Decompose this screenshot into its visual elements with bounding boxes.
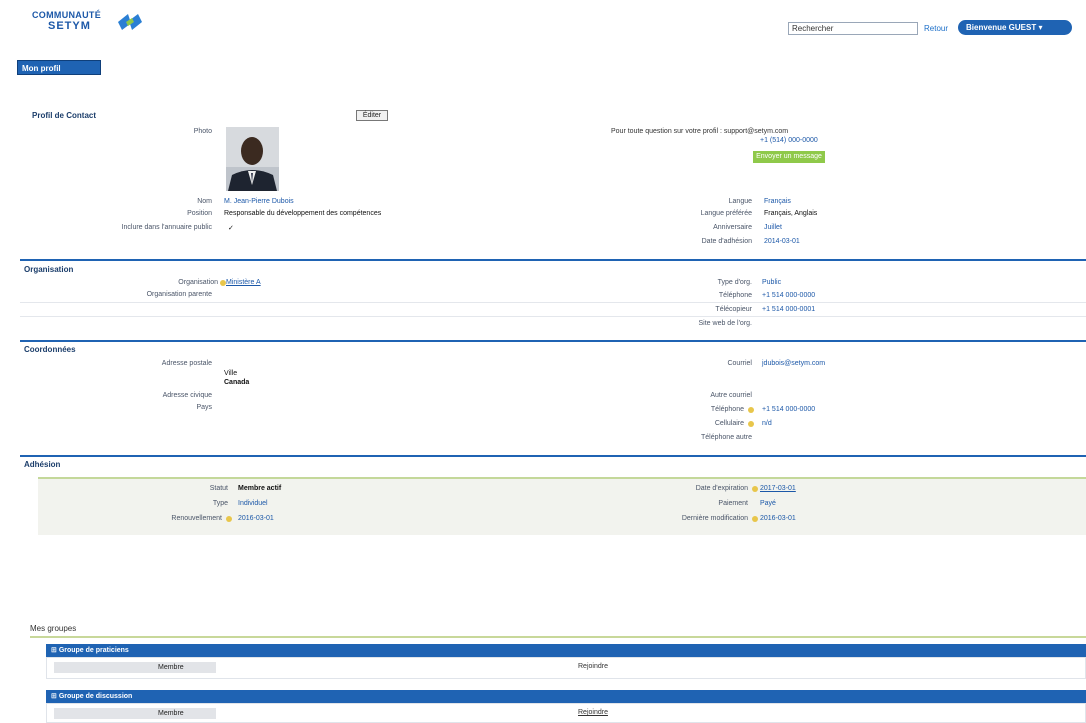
logo-line-2: SETYM <box>48 20 91 32</box>
field-value: M. Jean-Pierre Dubois <box>224 198 294 205</box>
coords-section-title: Coordonnées <box>24 345 76 354</box>
address-line: Canada <box>224 379 250 386</box>
field-value: 2016-03-01 <box>760 515 796 522</box>
field-label: Téléphone <box>718 292 752 299</box>
field-label: Dernière modification <box>681 515 748 522</box>
info-icon <box>752 516 758 522</box>
info-icon <box>752 486 758 492</box>
field-label: Renouvellement <box>171 515 222 522</box>
section-divider <box>20 340 1086 342</box>
field-label: Statut <box>209 485 228 492</box>
field-label: Organisation parente <box>146 291 212 298</box>
group-col-header: Membre <box>54 662 216 673</box>
address-line: Ville <box>224 370 238 377</box>
group-header-bar[interactable]: ⊞ Groupe de praticiens <box>46 644 1086 657</box>
field-label: Langue <box>728 198 752 205</box>
info-icon <box>226 516 232 522</box>
field-label: Cellulaire <box>714 420 744 427</box>
field-label: Nom <box>197 198 212 205</box>
field-label: Organisation <box>178 279 218 286</box>
logo[interactable]: COMMUNAUTÉ SETYM <box>32 10 162 40</box>
field-label: Courriel <box>727 360 752 367</box>
user-menu-button[interactable]: Bienvenue GUEST ▾ <box>958 20 1072 35</box>
group-header-bar[interactable]: ⊞ Groupe de discussion <box>46 690 1086 703</box>
search-input[interactable] <box>788 22 918 35</box>
field-label: Date d'expiration <box>695 485 748 492</box>
group-join-link[interactable]: Rejoindre <box>578 709 608 716</box>
profile-section-title: Profil de Contact <box>32 111 97 120</box>
group-title: Groupe de discussion <box>58 693 133 700</box>
profile-photo <box>226 127 279 191</box>
field-label: Téléphone autre <box>701 434 752 441</box>
field-value: Public <box>762 279 782 286</box>
field-label: Adresse civique <box>162 392 212 399</box>
email-link[interactable]: jdubois@setym.com <box>762 360 825 367</box>
field-value: Français, Anglais <box>764 210 818 217</box>
field-label: Type <box>212 500 228 507</box>
field-value: Juillet <box>764 224 782 231</box>
info-icon <box>748 421 754 427</box>
group-col-header: Membre <box>54 708 216 719</box>
field-label: Position <box>187 210 212 217</box>
field-value: Membre actif <box>238 485 282 492</box>
groups-divider <box>30 636 1086 638</box>
field-label: Télécopieur <box>715 306 752 313</box>
field-value: Responsable du développement des compéte… <box>224 210 382 217</box>
row-divider <box>20 302 1086 303</box>
field-value: Payé <box>760 500 776 507</box>
membership-section-title: Adhésion <box>24 460 61 469</box>
plus-icon[interactable]: ⊞ <box>51 647 59 654</box>
edit-button[interactable]: Éditer <box>356 110 388 121</box>
field-label: Autre courriel <box>710 392 752 399</box>
field-label: Anniversaire <box>713 224 752 231</box>
field-label: Pays <box>196 404 212 411</box>
info-icon <box>748 407 754 413</box>
field-label: Inclure dans l'annuaire public <box>121 224 212 231</box>
field-label: Date d'adhésion <box>701 238 752 245</box>
photo-label: Photo <box>193 128 212 135</box>
my-profile-button[interactable]: Mon profil <box>17 60 101 75</box>
row-divider <box>20 316 1086 317</box>
field-label: Site web de l'org. <box>698 320 752 327</box>
plus-icon[interactable]: ⊞ <box>51 693 59 700</box>
contact-line: Pour toute question sur votre profil : s… <box>611 128 789 135</box>
field-value: Individuel <box>238 500 268 507</box>
field-label: Langue préférée <box>700 210 752 217</box>
section-divider <box>20 455 1086 457</box>
field-value: 2014-03-01 <box>764 238 800 245</box>
groups-title: Mes groupes <box>30 624 77 633</box>
field-value: +1 514 000-0000 <box>762 292 816 299</box>
field-value: 2016-03-01 <box>238 515 274 522</box>
field-label: Paiement <box>718 500 748 507</box>
checkmark-icon: ✓ <box>228 225 234 232</box>
group-join-link[interactable]: Rejoindre <box>578 663 608 670</box>
logo-line-1: COMMUNAUTÉ <box>32 10 101 20</box>
org-link[interactable]: Ministère A <box>226 279 261 286</box>
person-photo-icon <box>226 127 279 191</box>
send-message-button[interactable]: Envoyer un message <box>753 151 825 163</box>
phone-link[interactable]: +1 (514) 000-0000 <box>760 137 818 144</box>
field-value: 2017-03-01 <box>760 485 796 492</box>
search-link[interactable]: Retour <box>924 24 948 33</box>
field-label: Adresse postale <box>161 360 212 367</box>
field-value: +1 514 000-0000 <box>762 406 816 413</box>
field-label: Type d'org. <box>717 279 752 286</box>
org-section-title: Organisation <box>24 265 74 274</box>
section-divider <box>20 259 1086 261</box>
field-value: n/d <box>762 420 772 427</box>
group-title: Groupe de praticiens <box>58 647 129 654</box>
logo-mark-icon <box>118 14 142 30</box>
field-value: +1 514 000-0001 <box>762 306 816 313</box>
field-label: Téléphone <box>710 406 744 413</box>
field-value: Français <box>764 198 791 205</box>
